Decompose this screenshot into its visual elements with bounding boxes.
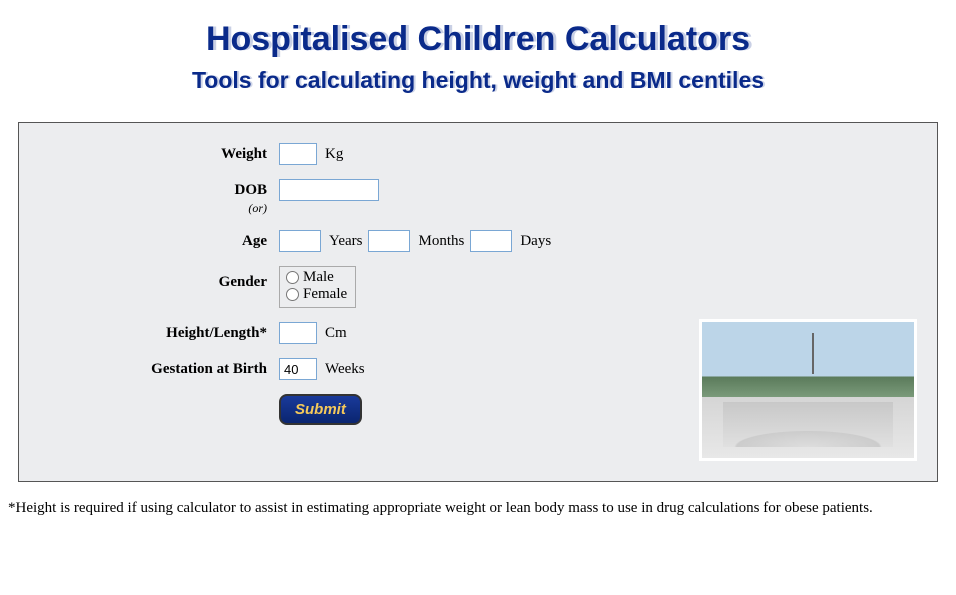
age-days-unit: Days xyxy=(520,233,551,250)
gestation-unit: Weeks xyxy=(325,361,365,378)
gender-male-radio[interactable] xyxy=(286,271,299,284)
page-subtitle: Tools for calculating height, weight and… xyxy=(0,67,956,94)
gender-group: Male Female xyxy=(279,266,356,308)
calculator-form: Weight Kg DOB (or) Age Years Months Days… xyxy=(18,122,938,482)
weight-input[interactable] xyxy=(279,143,317,165)
gender-label: Gender xyxy=(39,266,279,291)
age-label: Age xyxy=(39,230,279,250)
gestation-input[interactable] xyxy=(279,358,317,380)
age-months-unit: Months xyxy=(418,233,464,250)
submit-button[interactable]: Submit xyxy=(279,394,362,425)
hospital-image xyxy=(699,319,917,461)
gestation-label: Gestation at Birth xyxy=(39,358,279,378)
age-months-input[interactable] xyxy=(368,230,410,252)
gender-row: Gender Male Female xyxy=(39,266,917,308)
dob-label: DOB xyxy=(234,182,267,198)
weight-row: Weight Kg xyxy=(39,143,917,165)
gender-male-option[interactable]: Male xyxy=(284,269,347,286)
height-input[interactable] xyxy=(279,322,317,344)
gender-female-option[interactable]: Female xyxy=(284,286,347,303)
gender-female-radio[interactable] xyxy=(286,288,299,301)
age-days-input[interactable] xyxy=(470,230,512,252)
dob-row: DOB (or) xyxy=(39,179,917,216)
page-title: Hospitalised Children Calculators xyxy=(0,20,956,59)
age-years-unit: Years xyxy=(329,233,362,250)
page-header: Hospitalised Children Calculators Tools … xyxy=(0,0,956,104)
weight-unit: Kg xyxy=(325,146,343,163)
age-row: Age Years Months Days xyxy=(39,230,917,252)
height-unit: Cm xyxy=(325,325,347,342)
dob-or-label: (or) xyxy=(39,201,267,216)
weight-label: Weight xyxy=(39,143,279,163)
dob-input[interactable] xyxy=(279,179,379,201)
age-years-input[interactable] xyxy=(279,230,321,252)
height-label: Height/Length* xyxy=(39,322,279,342)
height-footnote: *Height is required if using calculator … xyxy=(8,500,948,517)
